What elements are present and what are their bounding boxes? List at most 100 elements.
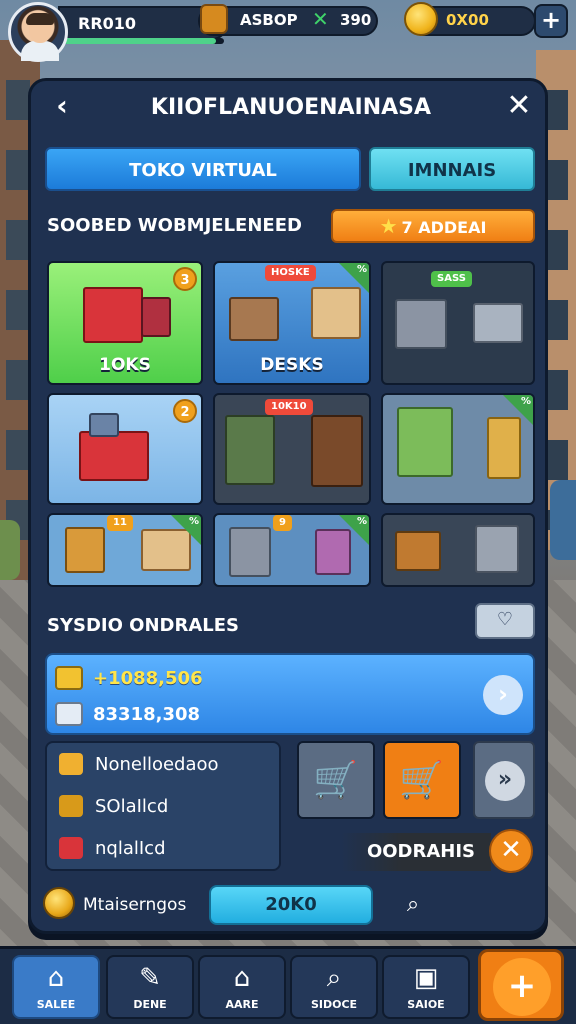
nav-item-sidoce[interactable]: ⌕ SIDOCE xyxy=(290,955,378,1019)
desk-icon xyxy=(229,297,279,341)
background-car-right xyxy=(550,480,576,560)
tile-label: 1OKS xyxy=(99,355,151,375)
tile-market-stall[interactable]: 10K10 xyxy=(213,393,371,505)
tile-shop-stand[interactable]: % xyxy=(381,393,535,505)
summary-value-1: +1088,506 xyxy=(93,667,203,689)
close-button[interactable]: ✕ xyxy=(503,91,535,123)
tile-badge: 3 xyxy=(173,267,197,291)
bag-icon xyxy=(59,753,83,775)
player-name: RR010 xyxy=(78,14,137,33)
grid-icon xyxy=(59,795,83,817)
register-counter-icon xyxy=(79,431,149,481)
back-button[interactable]: ‹ xyxy=(47,92,77,123)
search-icon[interactable]: ⌕ xyxy=(393,885,433,925)
panel-header: ‹ KIIOFLANUOENAINASA ✕ xyxy=(31,81,545,137)
tile-tag: 10K10 xyxy=(265,399,313,415)
tile-tag: 9 xyxy=(273,515,292,531)
home-icon: ⌂ xyxy=(47,963,65,993)
tile-tag: HOSKE xyxy=(265,265,316,281)
xp-progress-fill xyxy=(64,38,216,44)
gems-value: 390 xyxy=(340,11,372,29)
crown-icon xyxy=(55,666,83,690)
tile-racks[interactable]: 9 % xyxy=(213,513,371,587)
nav-item-saioe[interactable]: ▣ SAIOE xyxy=(382,955,470,1019)
panel-title: KIIOFLANUOENAINASA xyxy=(150,95,432,120)
cabinet-icon xyxy=(487,417,521,479)
counter-icon xyxy=(473,303,523,343)
top-status-bar: RR010 ASBOP ✕ 390 0X00 + xyxy=(0,0,576,62)
shelf-cart-icon xyxy=(395,299,447,349)
nav-label: SAIOE xyxy=(407,998,445,1011)
summary-value-2: 83318,308 xyxy=(93,703,201,725)
star-icon: ★ xyxy=(379,214,398,238)
xp-progress-bar xyxy=(64,38,224,44)
plus-icon: + xyxy=(493,958,551,1016)
cart-option[interactable]: 🛒 xyxy=(297,741,375,819)
safe-icon xyxy=(141,297,171,337)
panel-footer: Mtaiserngos 20K0 ⌕ xyxy=(31,881,545,935)
nav-item-dene[interactable]: ✎ DENE xyxy=(106,955,194,1019)
fruit-bin-icon xyxy=(395,531,441,571)
list-item[interactable]: nqlalIcd xyxy=(59,837,166,859)
coin-icon xyxy=(43,887,75,919)
metal-bin-icon xyxy=(475,525,519,573)
orders-close-button[interactable]: ✕ xyxy=(489,829,533,873)
nav-plus-button[interactable]: + xyxy=(478,949,564,1021)
tile-desks[interactable]: HOSKE % DESKS xyxy=(213,261,371,385)
list-item[interactable]: Nonelloedaoo xyxy=(59,753,219,775)
shop-panel: ‹ KIIOFLANUOENAINASA ✕ TOKO VIRTUAL IMNN… xyxy=(28,78,548,934)
crate-rack-icon xyxy=(311,415,363,487)
tab-toko-virtual[interactable]: TOKO VIRTUAL xyxy=(45,147,361,191)
discount-corner-label: % xyxy=(356,516,367,527)
nav-label: AARE xyxy=(225,998,259,1011)
tile-label: DESKS xyxy=(260,355,324,375)
favorite-toggle-button[interactable]: ♡ xyxy=(475,603,535,639)
add-currency-button[interactable]: + xyxy=(534,4,568,38)
section-title: SOOBED WOBMJELENEED xyxy=(47,215,302,236)
coin-icon xyxy=(404,2,438,36)
cardboard-box-icon xyxy=(311,287,361,339)
tile-badge: 2 xyxy=(173,399,197,423)
list-item[interactable]: SOlaIlcd xyxy=(59,795,168,817)
rack-icon xyxy=(229,527,271,577)
cart-option-selected[interactable]: 🛒 xyxy=(383,741,461,819)
chevron-right-icon[interactable]: › xyxy=(483,675,523,715)
footer-action-button[interactable]: 20K0 xyxy=(209,885,373,925)
search-icon: ⌕ xyxy=(326,963,342,993)
shopping-cart-icon: 🛒 xyxy=(399,760,444,801)
discount-corner-label: % xyxy=(188,516,199,527)
house-icon: ⌂ xyxy=(233,963,251,993)
gem-cross-icon: ✕ xyxy=(312,7,329,31)
stock-value: ASBOP xyxy=(240,11,298,29)
tag-icon xyxy=(59,837,83,859)
list-item-label: Nonelloedaoo xyxy=(95,753,219,775)
add-deal-label: 7 ADDEAI xyxy=(401,218,487,237)
next-button[interactable]: » xyxy=(473,741,535,819)
list-item-label: nqlalIcd xyxy=(95,837,166,859)
basket-icon xyxy=(55,702,83,726)
info-list: Nonelloedaoo SOlaIlcd nqlalIcd xyxy=(45,741,281,871)
tile-bins[interactable] xyxy=(381,513,535,587)
tile-register[interactable]: 2 xyxy=(47,393,203,505)
add-deal-button[interactable]: ★ 7 ADDEAI xyxy=(331,209,535,243)
tile-crates[interactable]: 11 % xyxy=(47,513,203,587)
gift-box-icon xyxy=(83,287,143,343)
tile-toks[interactable]: 3 1OKS xyxy=(47,261,203,385)
nav-item-salee[interactable]: ⌂ SALEE xyxy=(12,955,100,1019)
avatar-body xyxy=(21,41,59,61)
tile-carts[interactable]: SASS xyxy=(381,261,535,385)
tab-secondary[interactable]: IMNNAIS xyxy=(369,147,535,191)
discount-corner-label: % xyxy=(520,396,531,407)
orders-label: OODRAHIS xyxy=(341,833,491,871)
nav-item-aare[interactable]: ⌂ AARE xyxy=(198,955,286,1019)
edit-icon: ✎ xyxy=(139,963,161,993)
register-icon xyxy=(89,413,119,437)
wooden-crate-icon xyxy=(65,527,105,573)
avatar-hair xyxy=(26,13,54,25)
player-avatar[interactable] xyxy=(8,2,68,62)
summary-bar[interactable]: +1088,506 83318,308 › xyxy=(45,653,535,735)
double-chevron-right-icon: » xyxy=(485,761,525,801)
stock-box-icon xyxy=(200,4,228,34)
bottom-navbar: ⌂ SALEE ✎ DENE ⌂ AARE ⌕ SIDOCE ▣ SAIOE + xyxy=(0,946,576,1024)
nav-label: DENE xyxy=(133,998,167,1011)
